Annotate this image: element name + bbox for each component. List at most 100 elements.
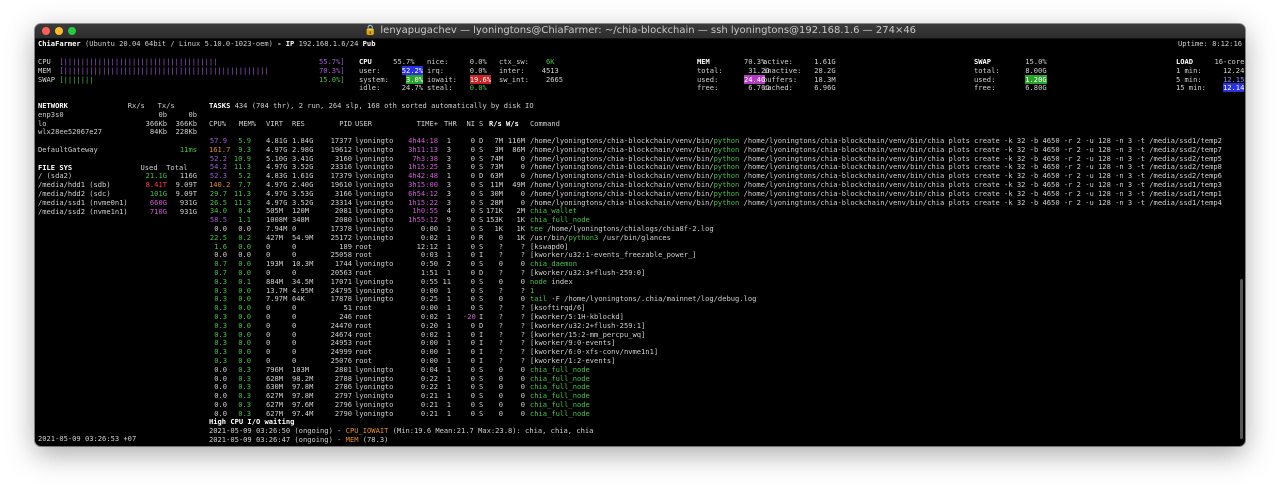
proc-command-name: python [713,188,740,198]
proc-command-path: /home/lyoningtons/chia-blockchain/venv/b… [530,144,714,154]
swap-panel: SWAP 15.0% total: 8.00G used: 1.20G free… [974,57,1047,93]
proc-command: /home/lyoningtons/chia-blockchain/venv/b… [530,197,1222,208]
col-mem[interactable]: MEM% [239,119,256,129]
proc-command-path: [kworker/u32:3+flush-259:0] [530,267,646,277]
col-res[interactable]: RES [292,119,305,129]
filesys-used: 710G [149,206,167,216]
proc-command-name: python [713,171,740,181]
proc-command-path: [kworker/15:2-mm_percpu_wq] [530,329,646,339]
cpu-panel-2: nice: 0.0% irq: 0.0% iowait: 19.6% steal… [427,57,492,93]
net-rx: 84Kb [149,127,167,137]
proc-command-path: /home/lyoningtons/chia-blockchain/venv/b… [530,171,714,181]
cpu-panel-3: ctx_sw: 6K inter: 4513 sw_int: 2665 [499,57,564,84]
proc-command-name: chia_full_node [530,382,590,392]
proc-command-name: chia_daemon [530,259,577,269]
proc-command-name: tail [530,294,548,304]
proc-command-name: chia_full_node [530,215,590,225]
quicklook-swap: SWAP [||||||| [38,74,94,84]
scrollbar[interactable] [1240,279,1243,439]
proc-command-path: /home/lyoningtons/chia-blockchain/venv/b… [530,153,714,163]
alert-mem: 2021-05-09 03:26:47 (ongoing) - MEM (78.… [209,435,389,444]
proc-command-name: chia_wallet [530,206,577,216]
terminal-content[interactable]: ChiaFarmer (Ubuntu 20.04 64bit / Linux 5… [35,39,1245,446]
proc-command-args: /home/lyoningtons/chia-blockchain/venv/b… [739,144,1222,154]
proc-command-name: chia_full_node [530,373,590,383]
net-tx: 228Kb [175,127,197,137]
proc-command-args: /usr/bin/glances [598,232,671,242]
proc-command-path: [kworker/6:0-xfs-conv/nvme1n1] [530,347,659,357]
col-thr[interactable]: THR [444,119,457,129]
proc-command-path: [ksoftirqd/6] [530,303,586,313]
proc-command: chia_full_node [530,408,590,419]
uptime: Uptime: 8:12:16 [1177,39,1242,48]
proc-ws: 0 [520,408,525,418]
proc-command: node index [530,276,573,287]
proc-command-name: chia_full_node [530,391,590,401]
proc-command-path: /usr/bin/ [530,232,569,242]
proc-command-path: /home/lyoningtons/chia-blockchain/venv/b… [530,136,714,145]
proc-command-args: /home/lyoningtons/chia-blockchain/venv/b… [739,179,1222,189]
proc-command-args: /home/lyoningtons/chia-blockchain/venv/b… [739,188,1222,198]
proc-command-name: python [713,153,740,163]
col-ni[interactable]: NI [465,119,475,129]
proc-ni: 0 [470,408,475,418]
proc-command-path: /home/lyoningtons/chia-blockchain/venv/b… [530,179,714,189]
proc-command-path: /home/lyoningtons/chia-blockchain/venv/b… [530,197,714,207]
proc-command-name: node [530,276,548,286]
col-user[interactable]: USER [355,119,372,129]
proc-command-name: python [713,136,740,145]
col-cpu[interactable]: CPU% [209,119,226,129]
col-pid[interactable]: PID [334,119,352,129]
tasks-summary: TASKS 434 (704 thr), 2 run, 264 slp, 168… [209,101,534,110]
proc-command-args: /home/lyoningtons/chia-blockchain/venv/b… [739,171,1222,181]
proc-command-args: -F /home/lyoningtons/.chia/mainnet/log/d… [547,294,757,304]
proc-command-name: chia_full_node [530,364,590,374]
proc-command-name: python [713,197,740,207]
proc-time: 0:21 [420,408,438,418]
col-command[interactable]: Command [530,119,560,129]
terminal-window: 🔒 lenyapugachev — lyoningtons@ChiaFarmer:… [35,24,1245,446]
proc-command-path: [kworker/5:1H-kblockd] [530,311,624,321]
proc-command-args: index [547,276,573,286]
proc-command-path: [kworker/9:0-events] [530,338,616,348]
col-s[interactable]: S [479,119,483,129]
proc-state: S [479,408,484,418]
proc-command-name: 1 [530,285,535,295]
quicklook-swap-pct: 15.0%] [319,74,345,84]
col-rs[interactable]: R/s [489,119,502,129]
window-title: 🔒 lenyapugachev — lyoningtons@ChiaFarmer:… [363,25,917,36]
proc-command-name: python [713,144,740,154]
proc-command-path: [kworker/u32:1-events_freezable_power_] [530,250,697,260]
proc-user: lyoningto [355,408,394,418]
proc-command-path: [kworker/1:2-events] [530,355,616,365]
proc-command-args: /home/lyoningtons/chia-blockchain/venv/b… [739,136,1222,145]
default-gateway-value: 11ms [179,145,197,154]
col-ws[interactable]: W/s [506,119,519,129]
proc-command-args: /home/lyoningtons/chia-blockchain/venv/b… [739,153,1222,163]
proc-thr: 1 [446,408,451,418]
proc-command-name: tee [530,223,543,233]
title-bar: 🔒 lenyapugachev — lyoningtons@ChiaFarmer:… [35,24,1245,39]
proc-command-name: python [713,162,740,172]
load-panel: LOAD 16-core 1 min: 12.24 5 min: 12.15 1… [1176,57,1245,93]
col-virt[interactable]: VIRT [266,119,283,129]
proc-rs: 0 [498,408,503,418]
process-table-header: CPU% MEM% VIRT RES PID USER TIME+ THR NI… [209,119,1243,129]
proc-command-args: /home/lyoningtons/chia-blockchain/venv/b… [739,162,1222,172]
cpu-panel: CPU 55.7% user: 52.2% system: 3.0% idle:… [359,57,424,93]
mem-panel-2: active: 1.61G inactive: 28.2G buffers: 1… [763,57,836,93]
process-list[interactable]: 57.9 5.9 4.81G 1.84G 17377 lyoningto 4h44:18 1 0… [209,136,1243,419]
proc-command-name: chia_full_node [530,399,590,409]
proc-command-args: /home/lyoningtons/chialogs/chia8f-2.log [542,223,714,233]
col-time[interactable]: TIME+ [414,119,438,129]
timestamp: 2021-05-09 03:26:53 +07 [38,434,137,443]
proc-command-path: /home/lyoningtons/chia-blockchain/venv/b… [530,162,714,172]
proc-command-path: [kswapd0] [530,241,569,251]
proc-command-path: /home/lyoningtons/chia-blockchain/venv/b… [530,188,714,198]
proc-res: 97.4M [292,408,314,418]
proc-command-name: python3 [568,232,599,242]
proc-command-name: chia_full_node [530,408,590,418]
system-header: ChiaFarmer (Ubuntu 20.04 64bit / Linux 5… [38,39,376,48]
filesys-total: 931G [179,206,197,216]
process-row[interactable]: 0.0 0.3 627M 97.4M 2790 lyoningto 0:21 1 0 S 0 0 chi… [209,408,1243,419]
